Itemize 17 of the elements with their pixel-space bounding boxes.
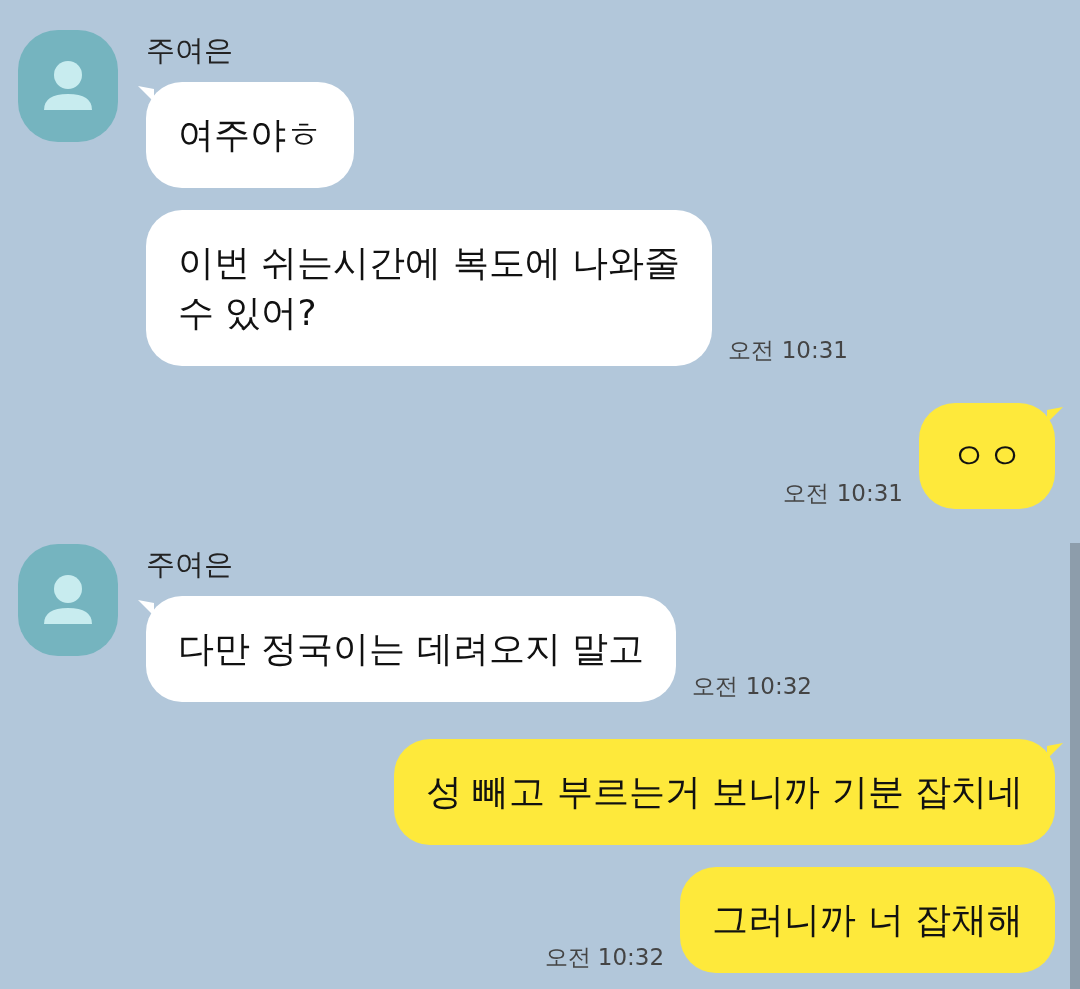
message-time: 오전 10:31 — [783, 479, 903, 508]
message-bubble: 그러니까 너 잡채해 — [680, 867, 1055, 973]
message-bubble: ㅇㅇ — [919, 403, 1055, 509]
message-time: 오전 10:32 — [544, 943, 665, 972]
message-time: 오전 10:32 — [692, 672, 812, 701]
message-bubble: 성 빼고 부르는거 보니까 기분 잡치네 — [393, 739, 1055, 845]
sender-name: 주여은 — [146, 32, 234, 69]
scroll-bar[interactable] — [1070, 543, 1080, 989]
message-bubble: 여주야ㅎ — [146, 82, 354, 188]
bubble-tail — [1047, 743, 1063, 759]
message-bubble: 다만 정국이는 데려오지 말고 — [146, 596, 677, 702]
message-time: 오전 10:31 — [728, 336, 848, 365]
message-bubble: 이번 쉬는시간에 복도에 나와줄 수 있어? — [146, 210, 713, 366]
avatar-icon[interactable] — [18, 30, 118, 142]
sender-name: 주여은 — [146, 546, 234, 583]
avatar-icon[interactable] — [18, 544, 118, 656]
bubble-tail — [1047, 407, 1063, 423]
